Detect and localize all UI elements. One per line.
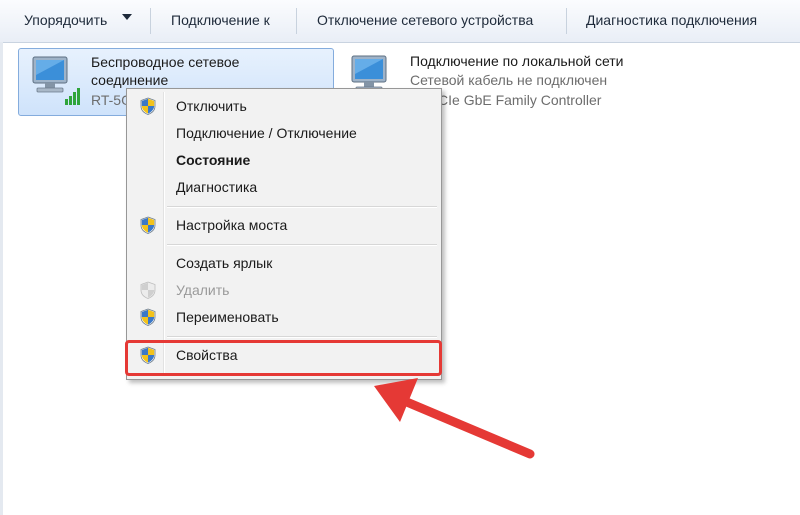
menu-item-label: Создать ярлык	[176, 255, 273, 271]
menu-item-status[interactable]: Состояние	[129, 147, 437, 173]
adapter-status: Сетевой кабель не подключен	[410, 72, 608, 88]
menu-item-connect-disconnect[interactable]: Подключение / Отключение	[129, 120, 437, 146]
context-menu: Отключить Подключение / Отключение Состо…	[126, 88, 442, 380]
menu-item-rename[interactable]: Переименовать	[129, 304, 437, 330]
menu-item-label: Удалить	[176, 282, 230, 298]
menu-item-label: Диагностика	[176, 179, 258, 195]
adapter-name: Подключение по локальной сети	[410, 53, 624, 69]
chevron-down-icon[interactable]	[122, 14, 132, 20]
menu-item-disable[interactable]: Отключить	[129, 93, 437, 119]
menu-item-delete: Удалить	[129, 277, 437, 303]
toolbar-divider	[150, 8, 151, 34]
disable-device-button[interactable]: Отключение сетевого устройства	[317, 12, 533, 28]
adapter-name-line1: Беспроводное сетевое	[91, 54, 240, 70]
adapter-name-line2: соединение	[91, 72, 169, 88]
menu-separator	[167, 206, 437, 208]
menu-separator	[167, 244, 437, 246]
diagnose-connection-button[interactable]: Диагностика подключения	[586, 12, 757, 28]
uac-shield-icon	[140, 97, 156, 115]
menu-item-diagnostics[interactable]: Диагностика	[129, 174, 437, 200]
organize-menu-button[interactable]: Упорядочить	[24, 12, 107, 28]
annotation-arrow-icon	[374, 378, 535, 459]
menu-item-create-shortcut[interactable]: Создать ярлык	[129, 250, 437, 276]
menu-separator	[167, 336, 437, 338]
menu-item-label: Переименовать	[176, 309, 279, 325]
menu-item-label: Настройка моста	[176, 217, 288, 233]
uac-shield-icon	[140, 216, 156, 234]
wireless-adapter-icon	[32, 56, 80, 105]
menu-item-bridge[interactable]: Настройка моста	[129, 212, 437, 238]
menu-item-label: Состояние	[176, 152, 251, 168]
command-bar: Упорядочить Подключение к Отключение сет…	[0, 0, 800, 43]
toolbar-divider	[296, 8, 297, 34]
connect-to-button[interactable]: Подключение к	[171, 12, 270, 28]
uac-shield-icon	[140, 308, 156, 326]
menu-item-label: Отключить	[176, 98, 247, 114]
uac-shield-icon	[140, 281, 156, 299]
toolbar-divider	[566, 8, 567, 34]
pane-border	[0, 42, 3, 515]
menu-item-label: Подключение / Отключение	[176, 125, 357, 141]
